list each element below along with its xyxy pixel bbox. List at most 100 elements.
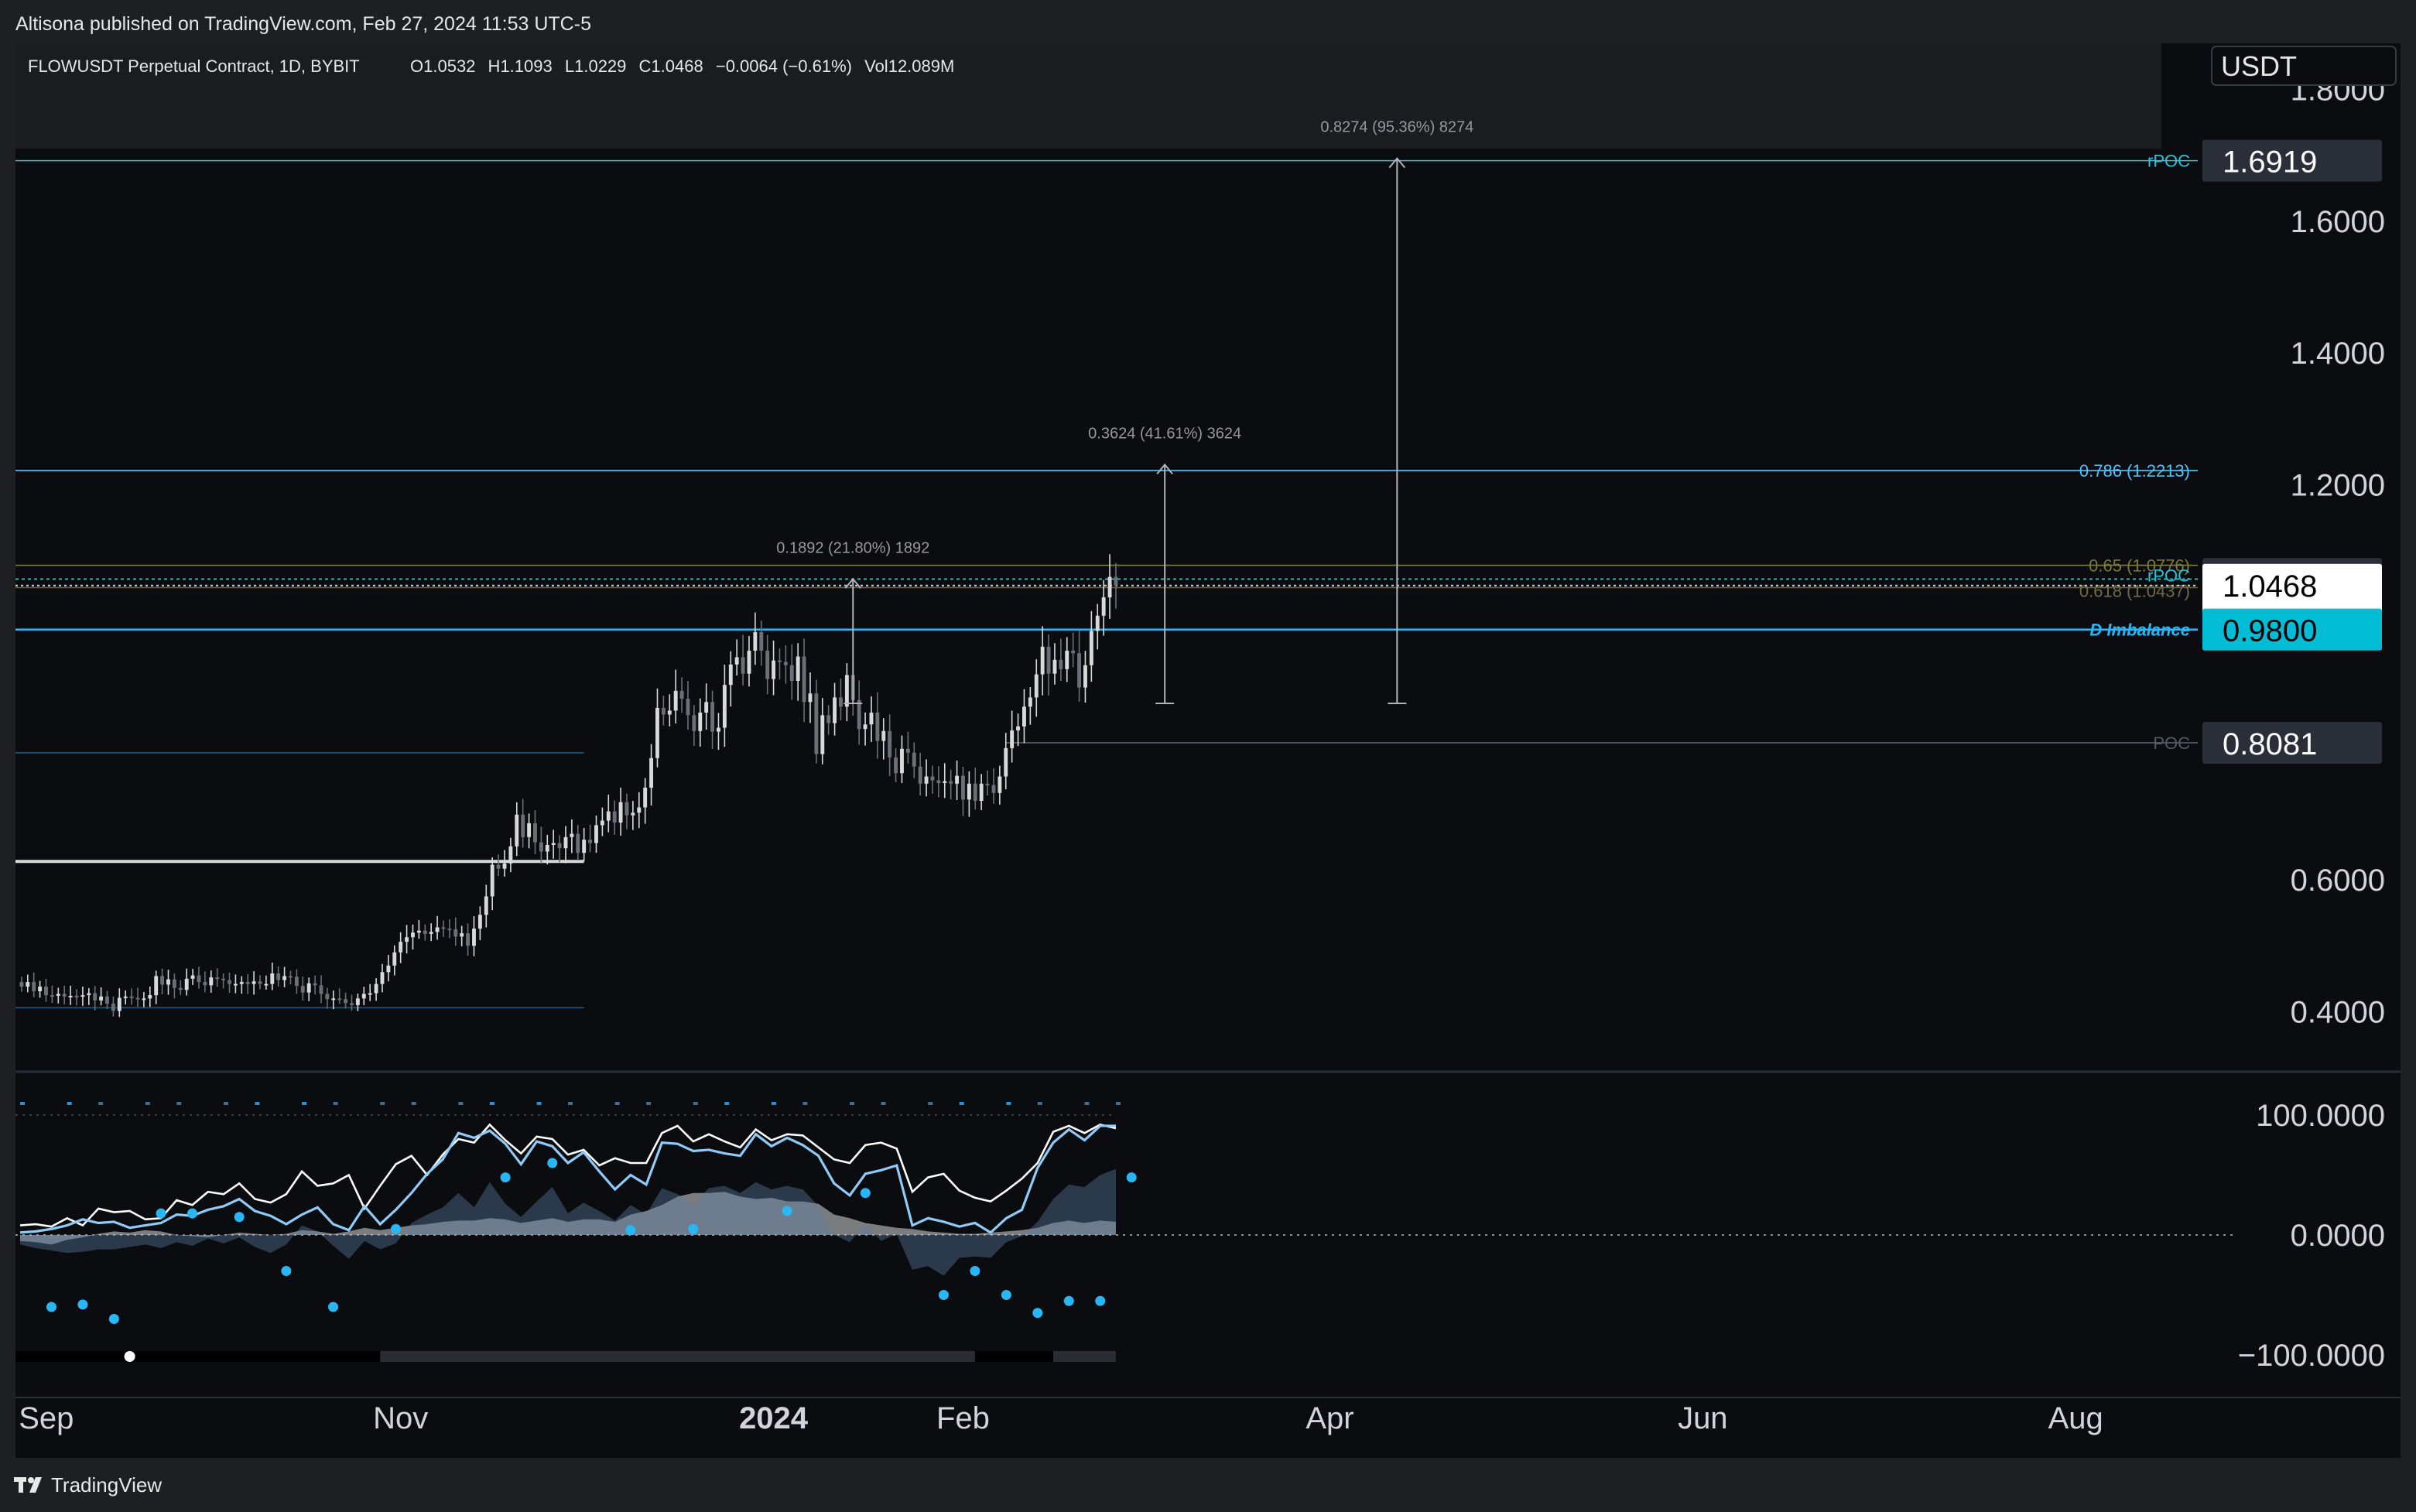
candle-body (1046, 646, 1051, 674)
osc-marker (938, 1290, 949, 1300)
currency-selector[interactable]: USDT (2211, 46, 2397, 86)
candle-body (563, 836, 568, 849)
high-label: H (488, 56, 501, 76)
candle-body (661, 707, 666, 715)
x-tick-label: Feb (936, 1401, 990, 1435)
osc-marker (108, 1314, 119, 1324)
osc-marker (187, 1208, 198, 1219)
candle-body (50, 995, 54, 997)
candle-body (154, 976, 159, 996)
candle-body (949, 781, 953, 784)
candle-body (924, 776, 929, 784)
candle-body (905, 748, 910, 753)
candle-body (1101, 597, 1106, 616)
x-tick-label: Jun (1678, 1401, 1728, 1435)
chart-canvas[interactable]: rPOC0.786 (1.2213)0.65 (1.0776)rPOC0.618… (15, 43, 2401, 1458)
time-axis[interactable]: Sep Nov 2024 Feb Apr Jun Aug (15, 1397, 2401, 1435)
currency-label[interactable]: USDT (2221, 50, 2297, 82)
candle-body (673, 690, 678, 711)
osc-marker (390, 1223, 401, 1234)
candle-body (551, 843, 556, 846)
open-label: O (410, 56, 423, 76)
candle-body (129, 996, 134, 998)
osc-marker (688, 1223, 699, 1234)
candle-body (1034, 674, 1039, 698)
candle-body (245, 982, 250, 984)
candle-body (233, 983, 238, 986)
candle-body (1114, 576, 1118, 586)
signal-dot (20, 1102, 25, 1105)
chart-frame[interactable]: rPOC 0.786 (1.2213) 0.65 (1.0776) rPOC 0.618… (15, 43, 2401, 1458)
osc-marker (234, 1212, 245, 1223)
close-value: 1.0468 (651, 56, 703, 76)
candle-body (863, 724, 868, 730)
candle-body (270, 973, 275, 984)
signal-dot (881, 1102, 886, 1105)
candle-body (68, 995, 73, 997)
signal-dot (959, 1102, 964, 1105)
candle-body (239, 982, 244, 984)
signal-dot (302, 1102, 307, 1105)
y-tick-label: 0.4000 (2291, 995, 2385, 1029)
oscillator-pane[interactable] (15, 1070, 2401, 1396)
candle-body (380, 972, 385, 984)
candle-body (796, 656, 800, 682)
candle-body (539, 842, 543, 852)
candle-body (32, 982, 36, 991)
candle-body (894, 757, 898, 774)
candle-body (294, 977, 299, 987)
level-label: D Imbalance (2089, 621, 2190, 640)
candle-body (875, 712, 880, 741)
candle-body (747, 650, 751, 674)
candle-body (618, 802, 623, 823)
osc-marker (1063, 1295, 1074, 1306)
y-tick-label: 1.4000 (2291, 337, 2385, 371)
candle-body (160, 976, 165, 985)
candle-body (350, 1003, 354, 1005)
footer-brand: TradingView (51, 1473, 163, 1497)
signal-dot (489, 1102, 494, 1105)
candle-body (466, 933, 471, 946)
candle-body (759, 632, 764, 651)
candle-body (698, 712, 703, 731)
candle-body (844, 675, 849, 707)
change-value: −0.0064 (−0.61%) (716, 56, 852, 76)
candle-body (484, 896, 488, 915)
legend-title: FLOWUSDT Perpetual Contract, 1D, BYBIT (28, 56, 360, 76)
candle-body (190, 975, 195, 979)
candle-body (80, 995, 85, 997)
signal-dot (536, 1102, 542, 1105)
candle-body (215, 977, 220, 980)
x-tick-label: Apr (1306, 1401, 1353, 1435)
osc-marker (547, 1158, 558, 1168)
candle-body (405, 937, 409, 942)
price-badge-label: 1.0468 (2223, 570, 2317, 604)
candle-body (1083, 665, 1087, 688)
candle-body (306, 983, 311, 993)
signal-dot (850, 1102, 855, 1105)
price-badge-label: 0.8081 (2223, 727, 2317, 761)
candle-body (582, 840, 587, 853)
candle-body (808, 693, 813, 703)
osc-marker (281, 1266, 292, 1276)
candle-body (172, 979, 176, 988)
volume-value: 12.089M (888, 56, 955, 76)
candle-body (918, 766, 922, 784)
signal-dot (646, 1102, 652, 1105)
candle-body (355, 998, 360, 1005)
osc-y-tick-label: −100.0000 (2238, 1339, 2385, 1373)
candle-body (881, 730, 886, 741)
candle-body (606, 811, 611, 821)
y-tick-label: 1.6000 (2291, 205, 2385, 239)
signal-dot (176, 1102, 182, 1105)
candle-body (588, 840, 593, 843)
candle-body (276, 973, 281, 980)
candle-body (637, 807, 642, 813)
publish-text: Altisona published on TradingView.com, F… (15, 13, 591, 35)
price-pane[interactable]: rPOC0.786 (1.2213)0.65 (1.0776)rPOC0.618… (15, 43, 2401, 1071)
candle-body (197, 975, 201, 983)
signal-dot (1084, 1102, 1090, 1105)
candle-body (515, 814, 519, 847)
candle-body (361, 994, 366, 999)
candle-body (820, 715, 825, 754)
